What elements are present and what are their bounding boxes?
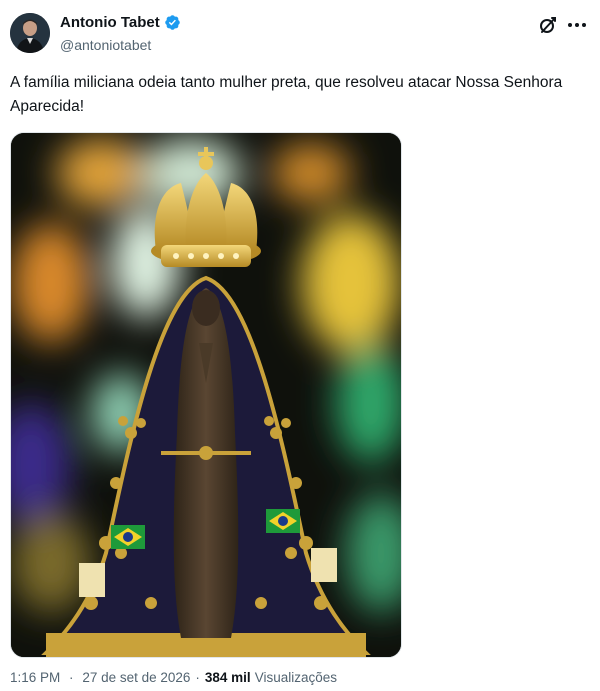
avatar[interactable] <box>10 13 50 53</box>
tweet-meta: 1:16 PM · 27 de set de 2026 · 384 mil Vi… <box>10 670 337 685</box>
author-name-row[interactable]: Antonio Tabet <box>60 14 181 31</box>
tweet-media[interactable] <box>10 132 402 658</box>
verified-badge-icon <box>164 14 181 31</box>
avatar-image <box>10 13 50 53</box>
more-icon[interactable] <box>566 14 588 36</box>
tweet-time: 1:16 PM <box>10 670 61 685</box>
meta-separator: · <box>195 670 200 685</box>
tweet-text: A família miliciana odeia tanto mulher p… <box>10 74 563 115</box>
tweet: Antonio Tabet @antoniotabet A família mi… <box>0 0 600 691</box>
author-display-name[interactable]: Antonio Tabet <box>60 14 160 31</box>
tweet-timestamp-link[interactable]: 1:16 PM · 27 de set de 2026 <box>10 670 190 685</box>
meta-separator: · <box>69 670 74 685</box>
views-count: 384 mil <box>204 670 251 685</box>
tweet-date: 27 de set de 2026 <box>82 670 191 685</box>
views-label: Visualizações <box>254 670 337 685</box>
photo-statue-icon <box>11 133 401 657</box>
author-handle[interactable]: @antoniotabet <box>60 37 151 53</box>
grok-icon[interactable] <box>537 14 559 36</box>
